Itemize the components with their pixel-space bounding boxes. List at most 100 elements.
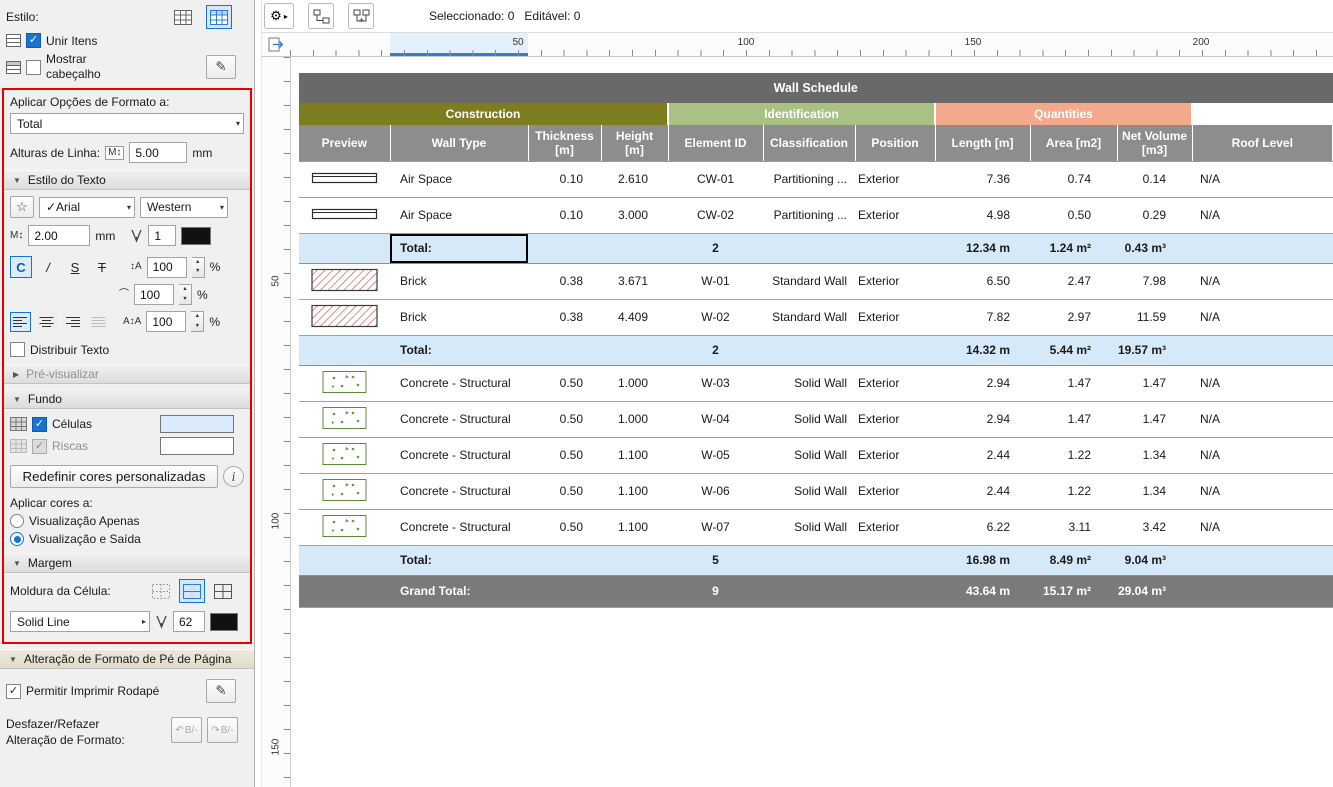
schedule-cell[interactable]: Exterior [855,197,935,233]
total-empty-cell[interactable] [763,575,855,607]
border-color-swatch[interactable] [210,613,238,631]
reset-custom-colors-button[interactable]: Redefinir cores personalizadas [10,465,218,488]
schedule-cell[interactable]: 6.22 [935,509,1030,545]
line-spacing-stepper[interactable]: ▲▼ [192,257,205,278]
total-empty-cell[interactable] [1192,545,1333,575]
schedule-cell[interactable]: W-04 [668,401,763,437]
schedule-cell[interactable]: 0.50 [528,437,601,473]
wall-preview-cell[interactable] [299,263,390,299]
total-empty-cell[interactable] [855,233,935,263]
schedule-cell[interactable]: 6.50 [935,263,1030,299]
schedule-cell[interactable]: 7.36 [935,161,1030,197]
schedule-cell[interactable]: 0.50 [528,509,601,545]
total-empty-cell[interactable] [763,233,855,263]
pen-color-swatch[interactable] [181,227,211,245]
wall-preview-cell[interactable] [299,197,390,233]
schedule-cell[interactable]: N/A [1192,509,1333,545]
frame-horizontal-button[interactable] [179,579,205,603]
schedule-cell[interactable]: 0.38 [528,299,601,335]
schedule-cell[interactable]: 1.34 [1117,437,1192,473]
column-header[interactable]: Preview [299,125,390,161]
schedule-cell[interactable]: CW-02 [668,197,763,233]
schedule-cell[interactable]: 3.671 [601,263,668,299]
row-height-input[interactable]: 5.00 [129,142,187,163]
column-header[interactable]: Height [m] [601,125,668,161]
column-header[interactable]: Thickness [m] [528,125,601,161]
h-ruler[interactable]: 50100150200 [262,33,1333,57]
wall-preview-cell[interactable] [299,161,390,197]
schedule-cell[interactable]: N/A [1192,365,1333,401]
total-label-cell[interactable]: Grand Total: [390,575,528,607]
total-area-cell[interactable]: 8.49 m² [1030,545,1117,575]
column-header[interactable]: Element ID [668,125,763,161]
schedule-cell[interactable]: 2.94 [935,401,1030,437]
total-empty-cell[interactable] [1192,233,1333,263]
line-spacing-input[interactable]: 100 [147,257,187,278]
schedule-cell[interactable]: Solid Wall [763,365,855,401]
total-area-cell[interactable]: 15.17 m² [1030,575,1117,607]
total-empty-cell[interactable] [855,545,935,575]
schedule-cell[interactable]: Concrete - Structural [390,365,528,401]
total-empty-cell[interactable] [1192,335,1333,365]
column-header[interactable]: Position [855,125,935,161]
script-select[interactable]: Western ▾ [140,197,228,218]
schedule-data-row[interactable]: Concrete - Structural0.501.100W-07Solid … [299,509,1333,545]
schedule-cell[interactable]: 2.44 [935,473,1030,509]
schedule-cell[interactable]: 2.97 [1030,299,1117,335]
favorite-font-button[interactable]: ☆ [10,196,34,218]
line-type-select[interactable]: Solid Line ▸ [10,611,150,632]
schedule-cell[interactable]: 0.29 [1117,197,1192,233]
total-area-cell[interactable]: 5.44 m² [1030,335,1117,365]
print-footer-checkbox[interactable]: ✓ [6,684,21,699]
total-length-cell[interactable]: 12.34 m [935,233,1030,263]
edit-header-button[interactable]: ✎ [206,55,236,79]
column-header[interactable]: Area [m2] [1030,125,1117,161]
schedule-data-row[interactable]: Concrete - Structural0.501.100W-05Solid … [299,437,1333,473]
schedule-cell[interactable]: N/A [1192,299,1333,335]
wall-preview-cell[interactable] [299,473,390,509]
schedule-cell[interactable]: Exterior [855,299,935,335]
stripes-checkbox[interactable]: ✓ [32,439,47,454]
undo-format-button[interactable]: ↶B/- [171,717,202,743]
schedule-cell[interactable]: Standard Wall [763,263,855,299]
schedule-cell[interactable]: 7.82 [935,299,1030,335]
view-only-radio[interactable] [10,514,24,528]
schedule-cell[interactable]: 4.409 [601,299,668,335]
schedule-cell[interactable]: N/A [1192,263,1333,299]
schedule-cell[interactable]: Concrete - Structural [390,509,528,545]
settings-button[interactable]: ⚙ ▸ [264,3,294,29]
schedule-data-row[interactable]: Brick0.383.671W-01Standard WallExterior6… [299,263,1333,299]
schedule-cell[interactable]: Exterior [855,509,935,545]
schedule-cell[interactable]: 1.47 [1030,401,1117,437]
wall-preview-cell[interactable] [299,509,390,545]
schedule-cell[interactable]: W-06 [668,473,763,509]
schedule-cell[interactable]: 1.100 [601,437,668,473]
total-empty-cell[interactable] [763,335,855,365]
total-empty-cell[interactable] [528,233,601,263]
total-empty-cell[interactable] [528,335,601,365]
schedule-cell[interactable]: Concrete - Structural [390,401,528,437]
schedule-cell[interactable]: Concrete - Structural [390,437,528,473]
schedule-cell[interactable]: 1.47 [1117,365,1192,401]
schedule-cell[interactable]: 0.50 [1030,197,1117,233]
text-style-section-header[interactable]: ▼ Estilo do Texto [4,170,250,190]
schedule-data-row[interactable]: Brick0.384.409W-02Standard WallExterior7… [299,299,1333,335]
align-right-button[interactable] [62,312,83,332]
schedule-cell[interactable]: W-03 [668,365,763,401]
schedule-cell[interactable]: 3.11 [1030,509,1117,545]
schedule-cell[interactable]: 11.59 [1117,299,1192,335]
schedule-data-row[interactable]: Air Space0.102.610CW-01Partitioning ...E… [299,161,1333,197]
schedule-cell[interactable]: 3.000 [601,197,668,233]
schedule-cell[interactable]: 0.74 [1030,161,1117,197]
total-empty-cell[interactable] [601,335,668,365]
footer-section-header[interactable]: ▼ Alteração de Formato de Pé de Página [0,649,254,669]
wall-preview-cell[interactable] [299,437,390,473]
schedule-cell[interactable]: 0.10 [528,197,601,233]
schedule-cell[interactable]: Standard Wall [763,299,855,335]
column-header[interactable]: Wall Type [390,125,528,161]
merge-items-checkbox[interactable]: ✓ [26,33,41,48]
redo-format-button[interactable]: ↷B/- [207,717,238,743]
schedule-cell[interactable]: 1.22 [1030,473,1117,509]
total-empty-cell[interactable] [1192,575,1333,607]
schedule-cell[interactable]: 7.98 [1117,263,1192,299]
